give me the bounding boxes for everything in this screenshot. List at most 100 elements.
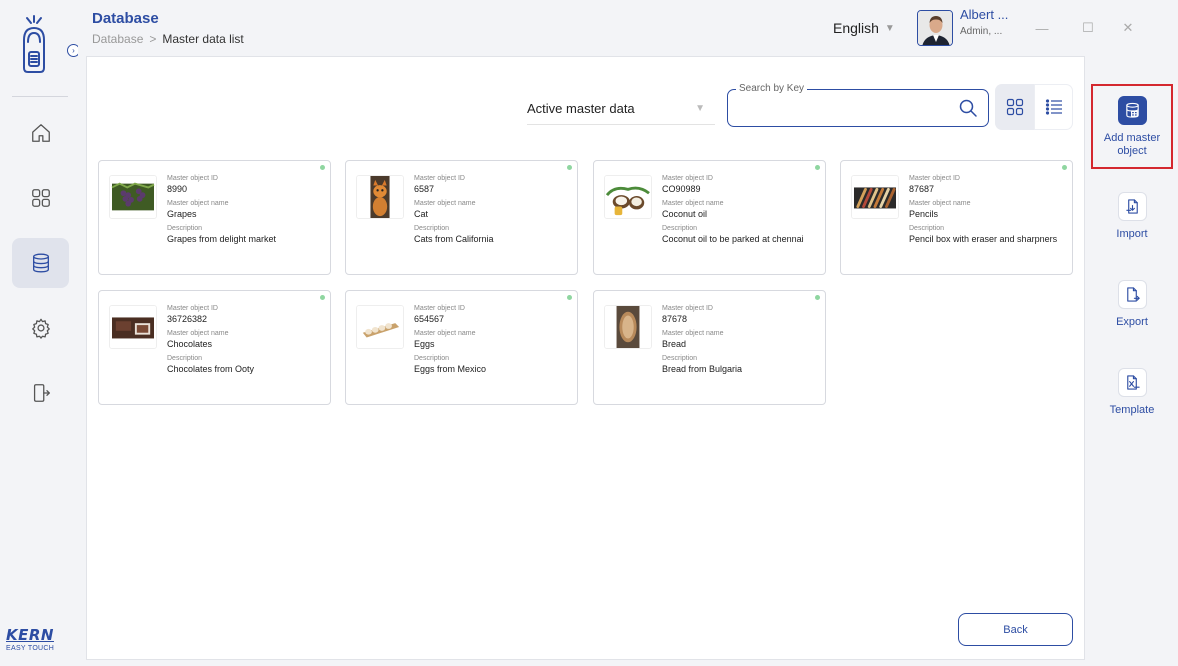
language-value: English [833, 20, 879, 36]
sidebar-item-database[interactable] [12, 238, 69, 288]
id-label: Master object ID [662, 305, 713, 312]
action-bar: Add master object Import Export Template [1085, 56, 1178, 660]
avatar[interactable] [917, 10, 953, 46]
description-label: Description [909, 225, 945, 232]
name-label: Master object name [414, 200, 476, 207]
chevron-down-icon: ▼ [884, 22, 895, 34]
master-object-description: Pencil box with eraser and sharpners [909, 234, 1058, 244]
sidebar-item-apps[interactable] [12, 173, 69, 223]
list-view-icon [1045, 99, 1062, 115]
status-dot [567, 295, 572, 300]
id-label: Master object ID [662, 175, 713, 182]
master-object-card[interactable]: Master object ID 87678 Master object nam… [593, 290, 826, 405]
master-object-name: Eggs [414, 339, 435, 349]
card-info: Master object ID CO90989 Master object n… [662, 174, 822, 249]
main-panel: Active master data ▼ Search by Key Maste… [86, 56, 1085, 660]
master-object-id: 6587 [414, 184, 435, 194]
status-dot [815, 165, 820, 170]
master-object-name: Pencils [909, 209, 939, 219]
gear-icon [31, 318, 50, 339]
master-object-card[interactable]: Master object ID 654567 Master object na… [345, 290, 578, 405]
breadcrumb-item-database[interactable]: Database [92, 32, 143, 46]
id-label: Master object ID [909, 175, 960, 182]
chocolates-image-icon [110, 306, 156, 348]
status-dot [815, 295, 820, 300]
export-icon [1117, 280, 1147, 309]
thumbnail-grapes [109, 175, 157, 219]
add-master-object-label: Add master object [1103, 132, 1161, 157]
name-label: Master object name [167, 330, 229, 337]
sidebar-item-logout[interactable] [12, 368, 69, 418]
master-object-id: 8990 [167, 184, 188, 194]
language-select[interactable]: English ▼ [833, 20, 895, 36]
card-info: Master object ID 8990 Master object name… [167, 174, 327, 249]
description-label: Description [167, 225, 203, 232]
close-button[interactable]: ✕ [1118, 18, 1138, 38]
brand-name: KERN [6, 626, 54, 644]
master-object-name: Cat [414, 209, 429, 219]
breadcrumb-separator: > [149, 32, 157, 46]
back-button[interactable]: Back [958, 613, 1073, 646]
template-button[interactable]: Template [1091, 368, 1173, 417]
name-label: Master object name [662, 330, 724, 337]
pencils-image-icon [852, 176, 898, 218]
minimize-button[interactable]: — [1032, 18, 1052, 38]
user-portrait-icon [918, 11, 952, 45]
kern-device-logo-icon [23, 15, 45, 73]
sidebar-item-settings[interactable] [12, 303, 69, 353]
name-label: Master object name [167, 200, 229, 207]
card-info: Master object ID 36726382 Master object … [167, 304, 327, 379]
name-label: Master object name [909, 200, 971, 207]
card-info: Master object ID 87678 Master object nam… [662, 304, 822, 379]
card-info: Master object ID 654567 Master object na… [414, 304, 574, 379]
description-label: Description [662, 355, 698, 362]
template-icon [1117, 368, 1147, 397]
search-input[interactable] [736, 98, 946, 118]
sidebar-item-home[interactable] [12, 108, 69, 158]
master-object-card[interactable]: Master object ID 6587 Master object name… [345, 160, 578, 275]
user-role: Admin, ... [960, 26, 1003, 37]
status-filter-select[interactable]: Active master data ▼ [527, 93, 715, 125]
search-icon[interactable] [958, 98, 978, 118]
id-label: Master object ID [414, 175, 465, 182]
coconut-oil-image-icon [605, 176, 651, 218]
search-label: Search by Key [736, 83, 808, 94]
master-object-card[interactable]: Master object ID 8990 Master object name… [98, 160, 331, 275]
master-object-description: Bread from Bulgaria [662, 364, 743, 374]
list-view-button[interactable] [1034, 84, 1073, 130]
master-object-id: 87687 [909, 184, 935, 194]
card-info: Master object ID 6587 Master object name… [414, 174, 574, 249]
user-name[interactable]: Albert ... [960, 7, 1008, 22]
thumbnail-eggs [356, 305, 404, 349]
kern-brand: KERN EASY TOUCH [6, 626, 66, 652]
master-object-name: Bread [662, 339, 687, 349]
thumbnail-pencils [851, 175, 899, 219]
master-object-description: Chocolates from Ooty [167, 364, 255, 374]
master-object-card[interactable]: Master object ID CO90989 Master object n… [593, 160, 826, 275]
master-object-card[interactable]: Master object ID 36726382 Master object … [98, 290, 331, 405]
maximize-button[interactable]: ☐ [1078, 18, 1098, 38]
master-object-card[interactable]: Master object ID 87687 Master object nam… [840, 160, 1073, 275]
grapes-image-icon [110, 176, 156, 218]
search-field[interactable]: Search by Key [727, 83, 989, 127]
home-icon [31, 124, 50, 142]
grid-icon [31, 189, 50, 207]
thumbnail-chocolates [109, 305, 157, 349]
breadcrumb-item-current: Master data list [162, 32, 244, 46]
master-object-id: 36726382 [167, 314, 208, 324]
master-object-id: 87678 [662, 314, 688, 324]
page-title: Database [92, 10, 159, 27]
grid-view-icon [1006, 98, 1023, 116]
grid-view-button[interactable] [995, 84, 1034, 130]
status-dot [567, 165, 572, 170]
status-dot [320, 165, 325, 170]
export-button[interactable]: Export [1091, 280, 1173, 329]
brand-tagline: EASY TOUCH [6, 645, 55, 652]
id-label: Master object ID [167, 175, 218, 182]
import-button[interactable]: Import [1091, 192, 1173, 241]
logout-icon [33, 384, 50, 402]
add-master-object-button[interactable]: Add master object [1091, 84, 1173, 169]
master-object-id: 654567 [414, 314, 445, 324]
import-label: Import [1116, 228, 1148, 240]
id-label: Master object ID [167, 305, 218, 312]
